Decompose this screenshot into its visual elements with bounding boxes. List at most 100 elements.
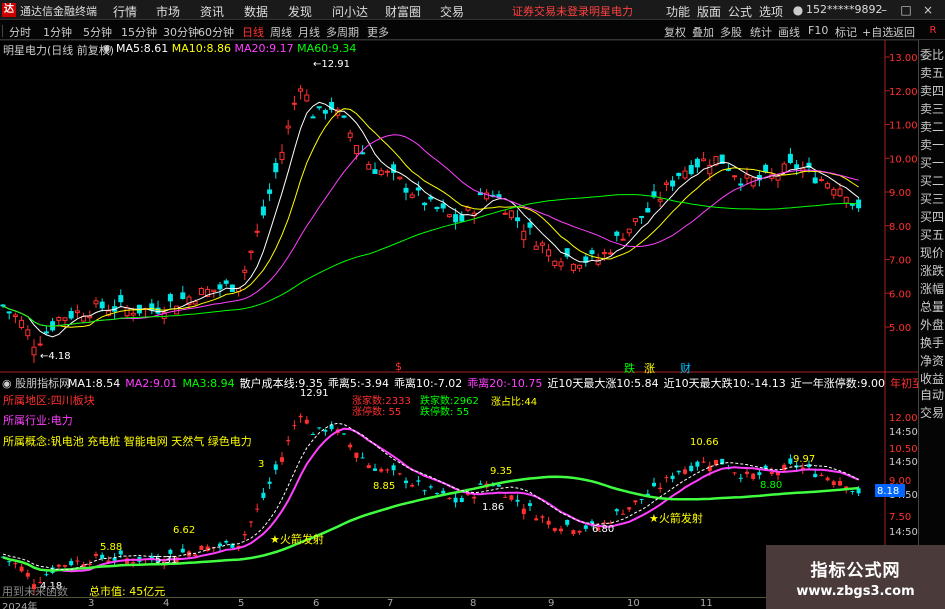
candle-body (478, 483, 483, 485)
candle-body (782, 464, 787, 471)
candle-body (353, 145, 359, 155)
candle-body (788, 458, 793, 464)
limit-down-count: 跌停数: 55 (420, 407, 470, 418)
panel-item[interactable]: 总量 (920, 298, 945, 316)
panel-item[interactable]: 卖五 (920, 64, 945, 82)
panel-item[interactable]: 卖三 (920, 100, 945, 118)
candle-body (112, 557, 117, 561)
candle-body (261, 492, 266, 498)
panel-item[interactable]: 卖一 (920, 136, 945, 154)
panel-item[interactable]: 买四 (920, 208, 945, 226)
indicator-params: MA1:8.54 MA2:9.01 MA3:8.94 散户成本线:9.35 乖离5:-3… (68, 375, 918, 391)
panel-item[interactable]: 涨跌 (920, 262, 945, 280)
ma60-label: MA60: (297, 42, 332, 55)
candle-body (521, 508, 526, 515)
candle-body (155, 307, 161, 314)
candle-body (670, 180, 676, 187)
candle-body (769, 471, 774, 475)
candle-body (211, 289, 217, 293)
candle-body (850, 491, 855, 493)
candle-body (267, 481, 272, 484)
close-icon[interactable]: × (920, 2, 936, 18)
candle-body (56, 316, 62, 321)
candle-body (304, 94, 310, 102)
dollar-marker[interactable]: $ (395, 360, 402, 373)
candle-body (280, 457, 284, 462)
panel-auto[interactable]: 自动 (920, 386, 945, 404)
indicator-value-label: 10.66 (690, 437, 719, 448)
panel-trade[interactable]: 交易 (920, 404, 945, 422)
candle-body (255, 508, 260, 510)
fall-marker[interactable]: 跌 (624, 360, 635, 376)
ma5-value: 8.61 (143, 42, 169, 55)
panel-item[interactable]: 买五 (920, 226, 945, 244)
region-label: 所属地区:四川板块 (3, 394, 95, 407)
candle-body (31, 346, 37, 356)
candle-body (285, 125, 291, 129)
y-tick-label: 7.00 (889, 256, 911, 267)
y-tick-label: 12.00 (889, 87, 918, 98)
panel-item[interactable]: 委比 (920, 46, 945, 64)
finance-marker[interactable]: 财 (680, 360, 691, 376)
panel-item[interactable]: 换手 (920, 334, 945, 352)
price-tag: 8.18 (877, 486, 899, 497)
panel-item[interactable]: 卖四 (920, 82, 945, 100)
indicator-param: 乖离20:-10.75 (467, 377, 543, 390)
candle-body (198, 287, 204, 296)
panel-item[interactable]: 涨幅 (920, 280, 945, 298)
candle-body (428, 486, 433, 488)
candle-body (267, 189, 273, 194)
panel-item[interactable]: 卖二 (920, 118, 945, 136)
panel-item[interactable]: 买二 (920, 172, 945, 190)
candle-body (43, 331, 49, 334)
indicator-value-label: 1.86 (482, 502, 504, 513)
candle-body (446, 214, 452, 218)
candle-body (508, 210, 514, 219)
candle-body (546, 249, 552, 257)
candle-body (311, 434, 315, 436)
panel-item[interactable]: 现价 (920, 244, 945, 262)
candle-body (540, 516, 545, 518)
candle-body (497, 484, 501, 487)
low-price-label: ←4.18 (40, 351, 71, 362)
ma10-value: 8.86 (206, 42, 231, 55)
candle-body (168, 549, 173, 554)
candle-body (459, 497, 464, 502)
kline-chart[interactable]: 13.00 12.00 11.00 10.00 9.00 8.00 7.00 6.00 5.00… (0, 0, 918, 597)
candle-body (645, 208, 651, 213)
candle-body (744, 174, 750, 179)
candle-body (565, 519, 570, 525)
candle-body (218, 543, 222, 547)
panel-item[interactable]: 买一 (920, 154, 945, 172)
candle-body (403, 187, 409, 193)
candle-body (626, 228, 632, 234)
candle-body (254, 230, 260, 233)
candle-body (44, 574, 49, 576)
panel-item[interactable]: 买三 (920, 190, 945, 208)
indicator-value-label: 8.85 (373, 481, 395, 492)
candle-body (527, 222, 533, 228)
candle-body (224, 540, 229, 543)
candle-body (360, 457, 365, 459)
panel-item[interactable]: 净资 (920, 352, 945, 370)
candle-body (435, 493, 439, 495)
candle-body (621, 513, 625, 515)
indicator-param: MA3:8.94 (182, 377, 235, 390)
indicator-name: ◉ 股朋指标网 (2, 377, 71, 390)
settings-dot-icon[interactable]: ◉ (102, 42, 112, 55)
panel-r[interactable]: R (920, 22, 945, 40)
candle-body (589, 250, 595, 255)
candle-body (422, 490, 427, 492)
date-label: 6 (313, 598, 320, 609)
candle-body (571, 530, 576, 535)
candle-body (818, 179, 824, 182)
candle-body (558, 261, 564, 267)
candle-body (459, 214, 465, 222)
candle-body (440, 203, 446, 209)
candle-body (422, 202, 428, 206)
candle-body (378, 170, 384, 175)
rise-marker[interactable]: 涨 (644, 360, 655, 376)
panel-item[interactable]: 外盘 (920, 316, 945, 334)
y-tick-label: 5.00 (889, 323, 911, 334)
candle-body (620, 238, 626, 241)
